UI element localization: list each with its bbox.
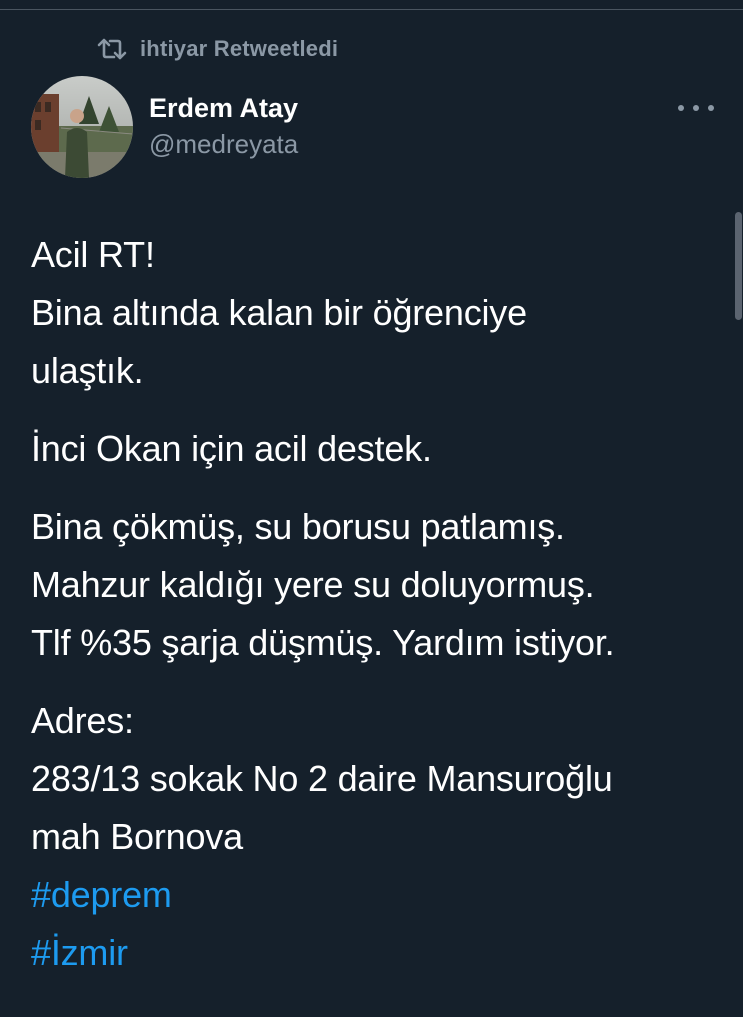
tweet-line: ulaştık. [31,350,144,391]
retweet-indicator[interactable]: ihtiyar Retweetledi [96,34,338,64]
more-horizontal-icon [708,105,714,111]
tweet-line: 283/13 sokak No 2 daire Mansuroğlu [31,758,613,799]
tweet-paragraph: İnci Okan için acil destek. [31,420,721,478]
tweet-line: Mahzur kaldığı yere su doluyormuş. [31,564,595,605]
top-divider [0,0,743,10]
hashtag-link-deprem[interactable]: #deprem [31,866,721,924]
more-options-button[interactable] [678,96,714,120]
tweet-line: mah Bornova [31,816,243,857]
tweet-paragraph: Adres: 283/13 sokak No 2 daire Mansuroğl… [31,692,721,982]
user-handle[interactable]: @medreyata [149,126,298,162]
display-name[interactable]: Erdem Atay [149,90,298,126]
tweet-line: Acil RT! [31,234,155,275]
tweet-text: Acil RT! Bina altında kalan bir öğrenciy… [31,226,721,982]
retweet-icon [96,34,128,64]
tweet-line: Bina altında kalan bir öğrenciye [31,292,527,333]
scrollbar[interactable] [735,212,742,320]
user-info[interactable]: Erdem Atay @medreyata [149,90,298,162]
tweet-paragraph: Bina çökmüş, su borusu patlamış. Mahzur … [31,498,721,672]
retweet-label[interactable]: ihtiyar Retweetledi [140,36,338,62]
avatar[interactable] [31,76,133,178]
tweet-line: İnci Okan için acil destek. [31,428,432,469]
tweet-line: Adres: [31,700,134,741]
tweet-paragraph: Acil RT! Bina altında kalan bir öğrenciy… [31,226,721,400]
more-horizontal-icon [678,105,684,111]
tweet-line: Tlf %35 şarja düşmüş. Yardım istiyor. [31,622,615,663]
hashtag-link-izmir[interactable]: #İzmir [31,924,721,982]
tweet-line: Bina çökmüş, su borusu patlamış. [31,506,565,547]
more-horizontal-icon [693,105,699,111]
